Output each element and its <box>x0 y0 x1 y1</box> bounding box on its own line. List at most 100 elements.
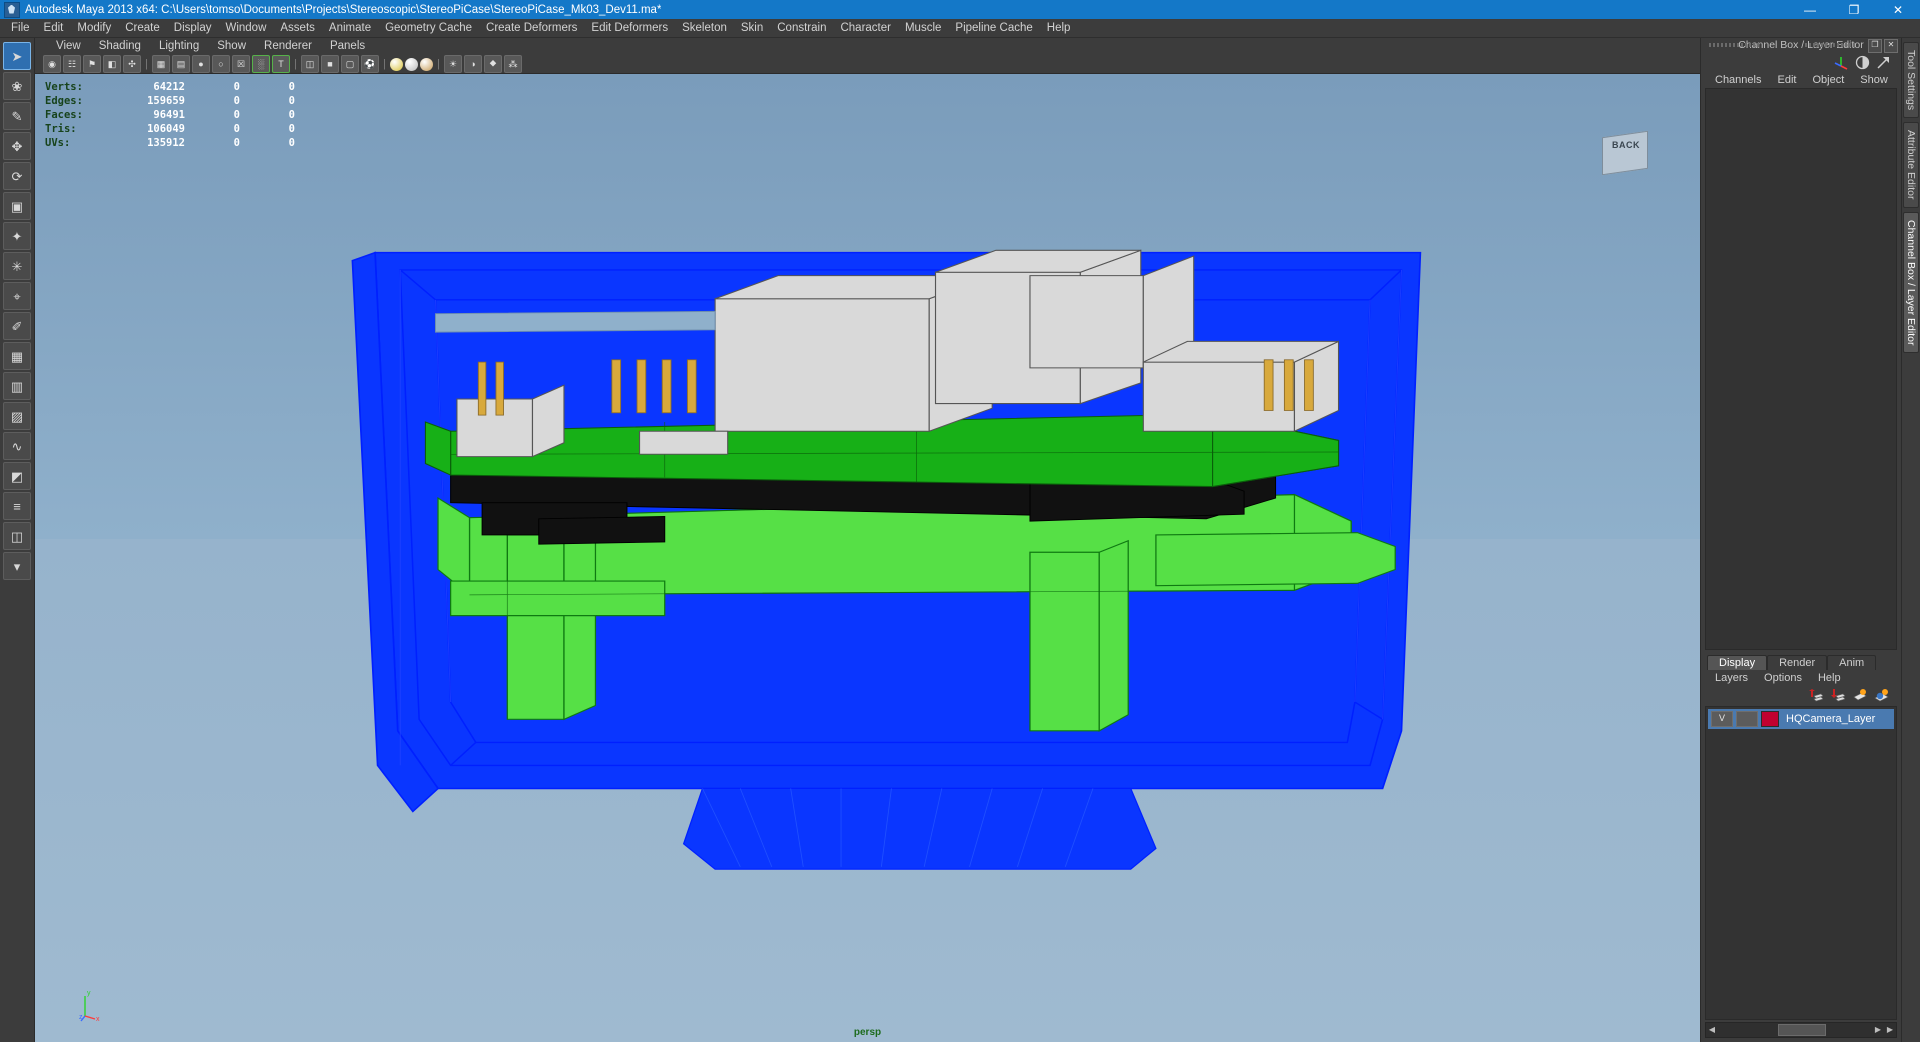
menu-item-create[interactable]: Create <box>118 19 167 37</box>
side-tab-channel-box-layer-editor[interactable]: Channel Box / Layer Editor <box>1903 212 1919 354</box>
viewport-menu-view[interactable]: View <box>47 38 90 55</box>
channel-box-menu-show[interactable]: Show <box>1852 72 1896 88</box>
menu-item-muscle[interactable]: Muscle <box>898 19 948 37</box>
xray-joints-icon[interactable]: ⁂ <box>504 55 522 73</box>
image-plane-icon[interactable]: ◧ <box>103 55 121 73</box>
layer-tab-display[interactable]: Display <box>1707 655 1767 670</box>
lasso-select-tool[interactable]: ❀ <box>3 72 31 100</box>
layer-tab-render[interactable]: Render <box>1767 655 1827 670</box>
menu-item-skeleton[interactable]: Skeleton <box>675 19 734 37</box>
menu-item-animate[interactable]: Animate <box>322 19 378 37</box>
layer-menu-help[interactable]: Help <box>1810 670 1849 686</box>
viewport-menu-panels[interactable]: Panels <box>321 38 374 55</box>
scroll-left-arrow[interactable]: ◀ <box>1706 1024 1718 1036</box>
layer-playback-toggle[interactable] <box>1736 711 1758 727</box>
menu-item-geometry-cache[interactable]: Geometry Cache <box>378 19 479 37</box>
use-default-material-icon[interactable] <box>390 58 403 71</box>
select-tool[interactable]: ➤ <box>3 42 31 70</box>
gate-mask-icon[interactable]: ○ <box>212 55 230 73</box>
paint-select-tool[interactable]: ✎ <box>3 102 31 130</box>
layout-graph-editor[interactable]: ∿ <box>3 432 31 460</box>
scroll-right-arrow-extra[interactable]: ▶ <box>1884 1024 1896 1036</box>
new-layer-icon[interactable] <box>1852 689 1867 703</box>
axis-gizmo-icon[interactable] <box>1833 54 1849 70</box>
layer-row[interactable]: V HQCamera_Layer <box>1708 709 1894 729</box>
menu-item-constrain[interactable]: Constrain <box>770 19 833 37</box>
shaded-wireframe-icon[interactable]: ⚽ <box>361 55 379 73</box>
move-layer-down-icon[interactable] <box>1830 689 1845 703</box>
viewport-menu-shading[interactable]: Shading <box>90 38 150 55</box>
layout-hypershade[interactable]: ◩ <box>3 462 31 490</box>
move-layer-up-icon[interactable] <box>1808 689 1823 703</box>
scale-tool[interactable]: ▣ <box>3 192 31 220</box>
close-button[interactable]: ✕ <box>1876 0 1920 19</box>
layer-menu-layers[interactable]: Layers <box>1707 670 1756 686</box>
channel-box-menu-edit[interactable]: Edit <box>1769 72 1804 88</box>
layout-four-pane[interactable]: ▨ <box>3 402 31 430</box>
viewport-menu-lighting[interactable]: Lighting <box>150 38 208 55</box>
layer-tab-anim[interactable]: Anim <box>1827 655 1876 670</box>
close-panel-button[interactable]: ✕ <box>1884 39 1898 53</box>
panel-grip-left[interactable] <box>1709 43 1761 47</box>
layer-color-swatch[interactable] <box>1761 711 1779 727</box>
layout-persp-outliner[interactable]: ◫ <box>3 522 31 550</box>
minimize-button[interactable]: — <box>1788 0 1832 19</box>
texture-display-icon[interactable] <box>420 58 433 71</box>
camera-attributes-icon[interactable]: ☷ <box>63 55 81 73</box>
grid-toggle-icon[interactable]: ▦ <box>152 55 170 73</box>
layout-single-pane[interactable]: ▦ <box>3 342 31 370</box>
layer-visibility-toggle[interactable]: V <box>1711 711 1733 727</box>
layout-outliner[interactable]: ≡ <box>3 492 31 520</box>
layer-list[interactable]: V HQCamera_Layer <box>1705 706 1897 1020</box>
menu-item-assets[interactable]: Assets <box>273 19 322 37</box>
side-tab-tool-settings[interactable]: Tool Settings <box>1903 42 1919 118</box>
bookmarks-icon[interactable]: ⚑ <box>83 55 101 73</box>
view-cube-face[interactable] <box>1602 131 1648 175</box>
channel-box-menu-object[interactable]: Object <box>1804 72 1852 88</box>
perspective-viewport[interactable]: Verts:6421200Edges:15965900Faces:9649100… <box>35 74 1700 1042</box>
film-gate-icon[interactable]: ▤ <box>172 55 190 73</box>
wireframe-shading-icon[interactable]: ◫ <box>301 55 319 73</box>
viewport-menu-renderer[interactable]: Renderer <box>255 38 321 55</box>
menu-item-edit[interactable]: Edit <box>37 19 71 37</box>
menu-item-help[interactable]: Help <box>1040 19 1078 37</box>
new-layer-from-selected-icon[interactable] <box>1874 689 1889 703</box>
layer-name[interactable]: HQCamera_Layer <box>1786 713 1875 725</box>
layout-two-pane[interactable]: ▥ <box>3 372 31 400</box>
use-all-lights-icon[interactable]: ☀ <box>444 55 462 73</box>
channel-box-menu-channels[interactable]: Channels <box>1707 72 1769 88</box>
smooth-shade-all-icon[interactable]: ■ <box>321 55 339 73</box>
menu-item-skin[interactable]: Skin <box>734 19 770 37</box>
menu-item-character[interactable]: Character <box>833 19 898 37</box>
soft-modification-tool[interactable]: ✳ <box>3 252 31 280</box>
menu-item-create-deformers[interactable]: Create Deformers <box>479 19 584 37</box>
scroll-thumb[interactable] <box>1778 1024 1826 1036</box>
menu-item-pipeline-cache[interactable]: Pipeline Cache <box>948 19 1039 37</box>
menu-item-window[interactable]: Window <box>218 19 273 37</box>
safe-title-icon[interactable]: T <box>272 55 290 73</box>
undock-button[interactable]: ❐ <box>1868 39 1882 53</box>
menu-item-display[interactable]: Display <box>167 19 219 37</box>
scroll-right-arrow[interactable]: ▶ <box>1872 1024 1884 1036</box>
arrow-up-right-icon[interactable] <box>1876 55 1891 70</box>
layer-list-horizontal-scrollbar[interactable]: ◀ ▶ ▶ <box>1705 1022 1897 1038</box>
two-d-pan-zoom-icon[interactable]: ✣ <box>123 55 141 73</box>
last-tool-used[interactable]: ✐ <box>3 312 31 340</box>
side-tab-attribute-editor[interactable]: Attribute Editor <box>1903 122 1919 207</box>
viewport-menu-show[interactable]: Show <box>208 38 255 55</box>
layout-more[interactable]: ▾ <box>3 552 31 580</box>
view-cube[interactable]: BACK <box>1598 126 1656 178</box>
menu-item-modify[interactable]: Modify <box>70 19 118 37</box>
rotate-tool[interactable]: ⟳ <box>3 162 31 190</box>
select-camera-icon[interactable]: ◉ <box>43 55 61 73</box>
channel-box-list[interactable] <box>1705 88 1897 650</box>
resolution-gate-icon[interactable]: ● <box>192 55 210 73</box>
shadows-icon[interactable]: ◑ <box>464 55 482 73</box>
maximize-button[interactable]: ❐ <box>1832 0 1876 19</box>
layer-menu-options[interactable]: Options <box>1756 670 1810 686</box>
move-tool[interactable]: ✥ <box>3 132 31 160</box>
field-chart-icon[interactable]: ☒ <box>232 55 250 73</box>
shade-options-icon[interactable] <box>405 58 418 71</box>
show-manipulator-tool[interactable]: ⌖ <box>3 282 31 310</box>
xray-icon[interactable]: ⯁ <box>484 55 502 73</box>
